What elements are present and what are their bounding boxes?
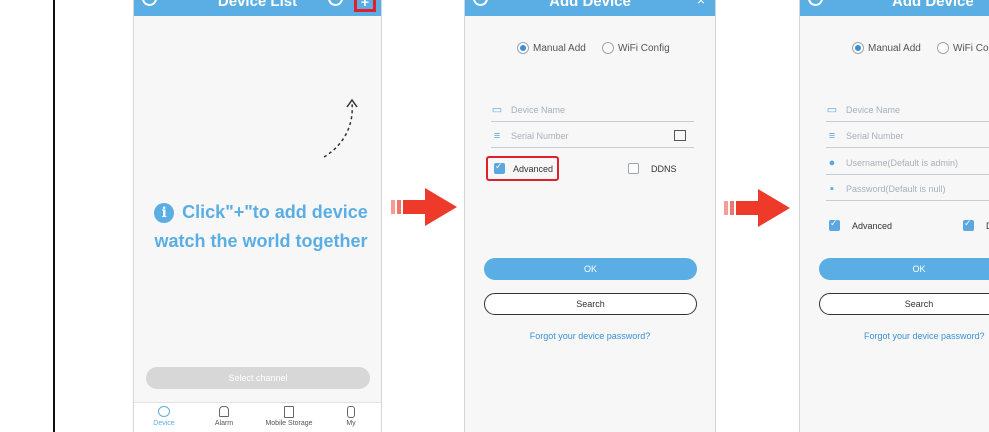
add-device-header: Add Device × — [465, 0, 715, 16]
ddns-checkbox[interactable]: D — [963, 218, 989, 231]
device-icon — [158, 406, 170, 417]
user-icon: ● — [828, 156, 836, 169]
device-name-field[interactable]: ▭ Device Name — [826, 98, 989, 122]
device-name-field[interactable]: ▭ Device Name — [491, 98, 694, 122]
list-icon: ≡ — [828, 129, 836, 142]
serial-number-placeholder: Serial Number — [511, 130, 569, 141]
username-field[interactable]: ● Username(Default is admin) — [826, 151, 989, 175]
device-list-title: Device List — [217, 0, 298, 10]
radio-manual-label: Manual Add — [868, 42, 921, 54]
menu-icon[interactable] — [808, 0, 823, 6]
lock-icon: ▪ — [830, 182, 834, 195]
advanced-checkbox[interactable]: Advanced — [829, 218, 893, 231]
advanced-checkbox[interactable]: Advanced — [494, 161, 554, 174]
search-button[interactable]: Search — [484, 293, 697, 315]
list-icon: ≡ — [493, 129, 501, 142]
tab-device[interactable]: Device — [148, 406, 180, 427]
hint-line-2: watch the world together — [154, 231, 368, 251]
close-icon[interactable]: × — [697, 0, 705, 8]
username-placeholder: Username(Default is admin) — [846, 157, 959, 168]
arrow-right-2 — [724, 189, 790, 227]
add-device-button[interactable]: + — [354, 0, 376, 12]
arrow-right-1 — [391, 188, 457, 226]
checkbox-checked-icon — [829, 218, 840, 231]
ddns-checkbox[interactable]: DDNS — [628, 163, 677, 174]
add-device-header-advanced: Add Device — [800, 0, 989, 16]
ok-button[interactable]: OK — [484, 258, 697, 280]
advanced-label: Advanced — [513, 163, 554, 174]
qr-scan-icon[interactable] — [674, 130, 686, 141]
password-field[interactable]: ▪ Password(Default is null) — [826, 177, 989, 201]
monitor-icon: ▭ — [826, 103, 838, 116]
checkbox-unchecked-icon — [628, 163, 639, 174]
password-placeholder: Password(Default is null) — [846, 183, 946, 194]
serial-number-field[interactable]: ≡ Serial Number — [826, 124, 989, 148]
checkbox-checked-icon — [494, 161, 505, 174]
device-list-header: Device List + — [134, 0, 381, 16]
tab-mobile-storage-label: Mobile Storage — [265, 420, 313, 427]
radio-manual-add[interactable]: Manual Add — [852, 42, 921, 54]
info-icon: i — [154, 202, 175, 223]
hint-block: i Click"+"to add device watch the world … — [146, 202, 376, 252]
radio-wifi-label: WiFi Config — [618, 42, 670, 54]
tab-my-label: My — [346, 420, 356, 427]
person-icon — [347, 406, 355, 418]
radio-empty-icon — [937, 42, 949, 54]
tab-my[interactable]: My — [335, 406, 367, 427]
page-border-line — [53, 0, 55, 432]
bottom-tab-bar: Device Alarm Mobile Storage My — [134, 402, 381, 432]
add-device-screen-advanced: Add Device Manual Add WiFi Conf ▭ Device… — [799, 0, 989, 432]
radio-empty-icon — [602, 42, 614, 54]
radio-wifi-config[interactable]: WiFi Conf — [937, 42, 989, 54]
serial-number-placeholder: Serial Number — [846, 130, 904, 141]
tab-alarm[interactable]: Alarm — [208, 406, 240, 427]
search-button[interactable]: Search — [819, 293, 989, 315]
tab-device-label: Device — [153, 420, 175, 427]
device-name-placeholder: Device Name — [846, 104, 901, 115]
ok-button[interactable]: OK — [819, 258, 989, 280]
radio-manual-add[interactable]: Manual Add — [517, 42, 586, 54]
radio-wifi-label: WiFi Conf — [953, 42, 989, 54]
add-device-screen-basic: Add Device × Manual Add WiFi Config ▭ De… — [464, 0, 716, 432]
bell-icon — [219, 406, 229, 417]
storage-icon — [284, 406, 294, 418]
advanced-label: Advanced — [852, 220, 893, 231]
tab-mobile-storage[interactable]: Mobile Storage — [259, 406, 319, 427]
monitor-icon: ▭ — [491, 103, 503, 116]
add-device-title: Add Device — [549, 0, 631, 10]
tab-alarm-label: Alarm — [214, 420, 234, 427]
forgot-password-link[interactable]: Forgot your device password? — [864, 331, 985, 341]
serial-number-field[interactable]: ≡ Serial Number — [491, 124, 694, 148]
hint-line-1: Click"+"to add device — [182, 202, 368, 222]
device-name-placeholder: Device Name — [511, 104, 566, 115]
curved-dashed-arrow — [323, 98, 358, 158]
add-device-title-advanced: Add Device — [892, 0, 974, 10]
forgot-password-link[interactable]: Forgot your device password? — [465, 331, 715, 341]
checkbox-checked-icon — [963, 218, 974, 231]
radio-selected-icon — [517, 42, 529, 54]
device-list-screen: Device List + i Click"+"to add device wa… — [133, 0, 382, 432]
radio-wifi-config[interactable]: WiFi Config — [602, 42, 670, 54]
radio-selected-icon — [852, 42, 864, 54]
radio-manual-label: Manual Add — [533, 42, 586, 54]
select-channel-button[interactable]: Select channel — [146, 367, 370, 389]
ddns-label: DDNS — [651, 163, 677, 174]
